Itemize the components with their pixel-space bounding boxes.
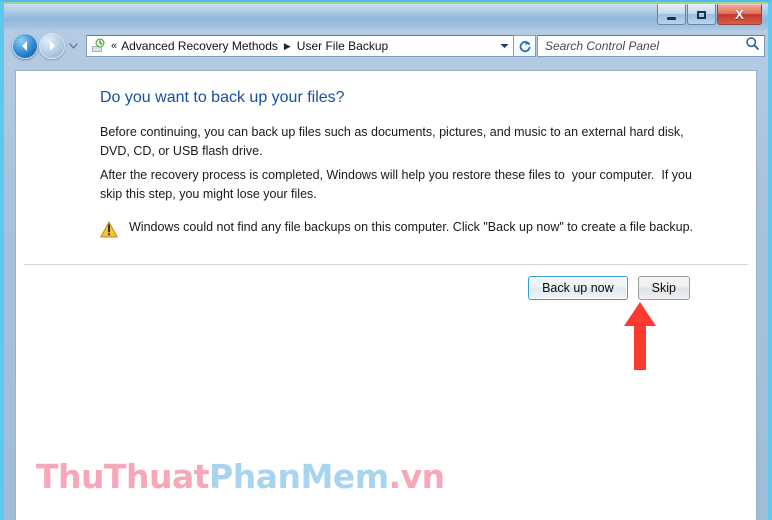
breadcrumb-separator-icon[interactable]: ▶ <box>284 41 291 52</box>
refresh-button[interactable] <box>514 35 536 57</box>
watermark-part-1: ThuThuat <box>36 457 210 496</box>
breadcrumb-overflow[interactable]: « <box>111 40 117 52</box>
body-paragraph-2: After the recovery process is completed,… <box>100 168 696 201</box>
maximize-button[interactable] <box>687 4 716 25</box>
address-bar-row: « Advanced Recovery Methods ▶ User File … <box>4 30 768 68</box>
forward-arrow-icon <box>50 41 55 51</box>
maximize-icon <box>697 10 706 19</box>
navigation-buttons <box>12 33 79 59</box>
body-paragraph-1: Before continuing, you can back up files… <box>100 125 688 158</box>
back-arrow-icon <box>22 41 27 51</box>
refresh-icon <box>519 40 530 53</box>
control-panel-window: X « Advanced Recovery Methods ▶ User Fil… <box>0 0 772 520</box>
window-title-bar: X <box>4 2 768 30</box>
search-input[interactable] <box>545 39 742 53</box>
watermark-part-3: .vn <box>388 457 446 496</box>
minimize-button[interactable] <box>657 4 686 25</box>
warning-message: Windows could not find any file backups … <box>100 220 693 238</box>
minimize-icon <box>667 16 676 20</box>
window-controls: X <box>657 4 762 25</box>
close-icon: X <box>735 7 744 22</box>
page-title: Do you want to back up your files? <box>100 89 345 106</box>
back-up-now-button[interactable]: Back up now <box>528 276 628 300</box>
action-buttons: Back up now Skip <box>528 276 690 300</box>
forward-button[interactable] <box>39 33 65 59</box>
breadcrumb-segment-advanced-recovery-methods[interactable]: Advanced Recovery Methods <box>121 39 278 53</box>
breadcrumb[interactable]: « Advanced Recovery Methods ▶ User File … <box>86 35 514 57</box>
content-pane: Do you want to back up your files? Befor… <box>15 70 757 520</box>
back-button[interactable] <box>12 33 38 59</box>
red-up-arrow-annotation <box>624 302 656 370</box>
chevron-down-icon <box>500 44 509 48</box>
watermark-part-2: PhanMem <box>209 457 389 496</box>
chevron-down-icon <box>69 43 78 49</box>
recent-pages-button[interactable] <box>68 43 79 49</box>
warning-triangle-icon <box>100 221 118 238</box>
search-icon <box>745 36 760 56</box>
breadcrumb-segment-user-file-backup[interactable]: User File Backup <box>297 39 388 53</box>
breadcrumb-dropdown-button[interactable] <box>496 36 513 56</box>
site-watermark: ThuThuatPhanMem.vn <box>36 457 445 496</box>
warning-text: Windows could not find any file backups … <box>129 220 694 234</box>
search-box[interactable] <box>537 35 765 57</box>
section-divider <box>24 264 748 265</box>
title-bar-highlight <box>4 2 768 4</box>
skip-button[interactable]: Skip <box>637 276 690 300</box>
close-button[interactable]: X <box>717 4 762 25</box>
control-panel-icon <box>90 38 107 54</box>
